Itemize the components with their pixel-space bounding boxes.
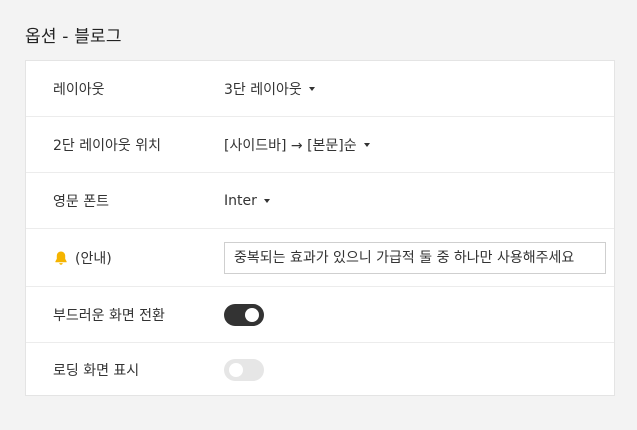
two-column-position-value: [사이드바] → [본문]순 <box>224 137 357 154</box>
two-column-position-label: 2단 레이아웃 위치 <box>53 137 161 154</box>
bell-icon <box>55 251 67 265</box>
smooth-transition-label: 부드러운 화면 전환 <box>53 307 165 324</box>
english-font-dropdown[interactable]: Inter <box>224 193 270 209</box>
options-panel: 레이아웃 3단 레이아웃 2단 레이아웃 위치 [사이드바] → [본문]순 영… <box>25 60 615 396</box>
english-font-value: Inter <box>224 192 257 209</box>
option-row-english-font: 영문 폰트 Inter <box>26 173 614 229</box>
option-row-notice: (안내) 중복되는 효과가 있으니 가급적 둘 중 하나만 사용해주세요 <box>26 229 614 287</box>
smooth-transition-toggle[interactable] <box>224 303 264 326</box>
chevron-down-icon <box>363 143 370 147</box>
notice-label: (안내) <box>75 250 112 267</box>
loading-screen-control <box>224 359 264 381</box>
option-row-two-column-position: 2단 레이아웃 위치 [사이드바] → [본문]순 <box>26 117 614 173</box>
smooth-transition-control <box>224 303 264 326</box>
page-title: 옵션 - 블로그 <box>25 27 122 47</box>
notice-label-group: (안내) <box>53 248 112 268</box>
toggle-knob <box>245 307 259 322</box>
layout-dropdown[interactable]: 3단 레이아웃 <box>224 79 315 99</box>
layout-value: 3단 레이아웃 <box>224 81 302 98</box>
option-row-layout: 레이아웃 3단 레이아웃 <box>26 61 614 117</box>
option-row-smooth-transition: 부드러운 화면 전환 <box>26 287 614 343</box>
english-font-label: 영문 폰트 <box>53 193 109 210</box>
loading-screen-label: 로딩 화면 표시 <box>53 363 140 379</box>
option-row-loading-screen: 로딩 화면 표시 <box>26 343 614 397</box>
notice-text-box: 중복되는 효과가 있으니 가급적 둘 중 하나만 사용해주세요 <box>224 241 606 274</box>
toggle-knob <box>229 363 243 377</box>
two-column-position-dropdown[interactable]: [사이드바] → [본문]순 <box>224 135 370 155</box>
layout-label: 레이아웃 <box>53 81 105 98</box>
loading-screen-toggle[interactable] <box>224 359 264 381</box>
chevron-down-icon <box>263 199 270 203</box>
chevron-down-icon <box>308 87 315 91</box>
